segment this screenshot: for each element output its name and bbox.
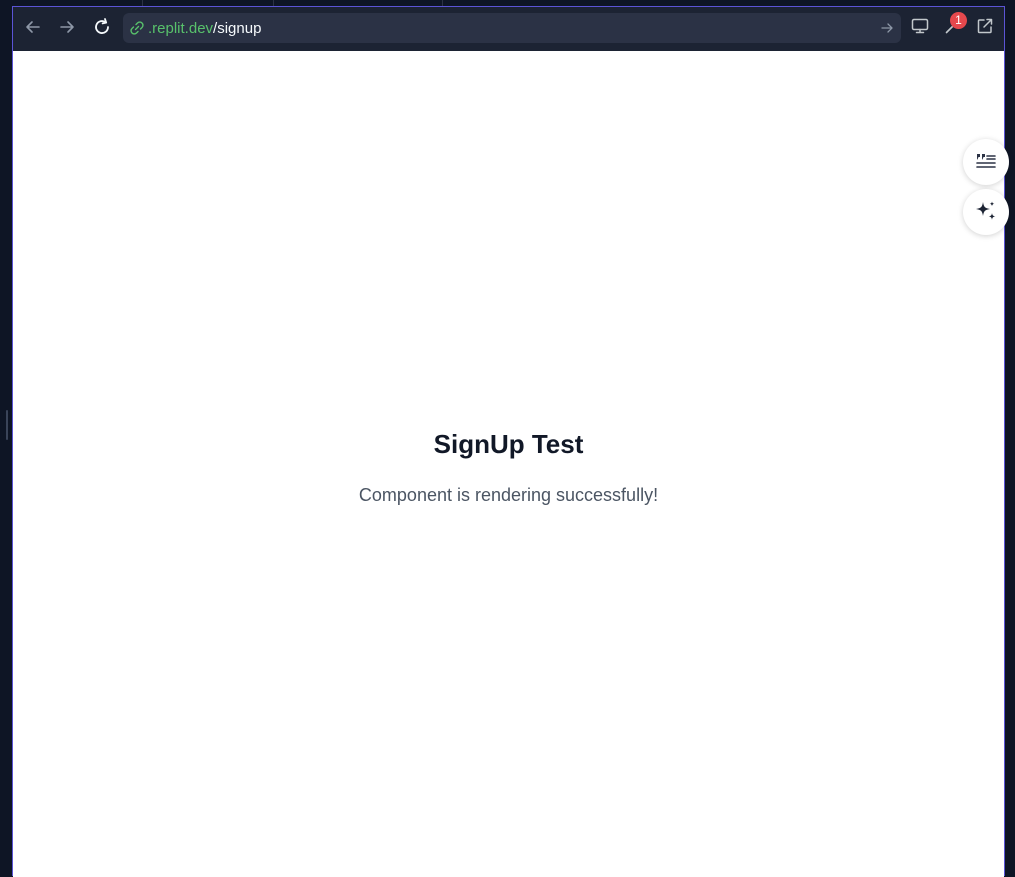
monitor-icon <box>911 18 929 34</box>
arrow-right-icon <box>60 21 74 33</box>
quote-lines-icon <box>976 154 996 168</box>
ai-assistant-button[interactable] <box>963 189 1009 235</box>
notification-badge: 1 <box>950 12 967 29</box>
webview-pane: .replit.dev/signup 1 SignUp Test Compone… <box>12 6 1009 877</box>
reload-icon <box>95 18 109 34</box>
sparkles-icon <box>976 201 996 220</box>
reload-button[interactable] <box>88 13 116 41</box>
url-path: /signup <box>213 19 262 37</box>
back-button[interactable] <box>19 13 47 41</box>
go-arrow-icon[interactable] <box>879 20 895 36</box>
page-content: SignUp Test Component is rendering succe… <box>13 51 1004 877</box>
notes-button[interactable] <box>963 139 1009 185</box>
arrow-left-icon <box>26 21 40 33</box>
url-host: .replit.dev <box>148 19 214 37</box>
devices-button[interactable] <box>908 14 932 38</box>
url-bar[interactable]: .replit.dev/signup <box>123 13 901 43</box>
external-link-icon <box>977 18 993 34</box>
workspace-frame: .replit.dev/signup 1 SignUp Test Compone… <box>0 0 1015 877</box>
resize-handle[interactable] <box>6 410 8 440</box>
page-subtitle: Component is rendering successfully! <box>358 485 659 505</box>
browser-toolbar: .replit.dev/signup 1 <box>13 7 1004 51</box>
link-icon <box>129 20 145 36</box>
page-title: SignUp Test <box>433 429 584 459</box>
open-new-tab-button[interactable] <box>973 14 997 38</box>
forward-button[interactable] <box>53 13 81 41</box>
left-panel-edge <box>0 0 12 876</box>
